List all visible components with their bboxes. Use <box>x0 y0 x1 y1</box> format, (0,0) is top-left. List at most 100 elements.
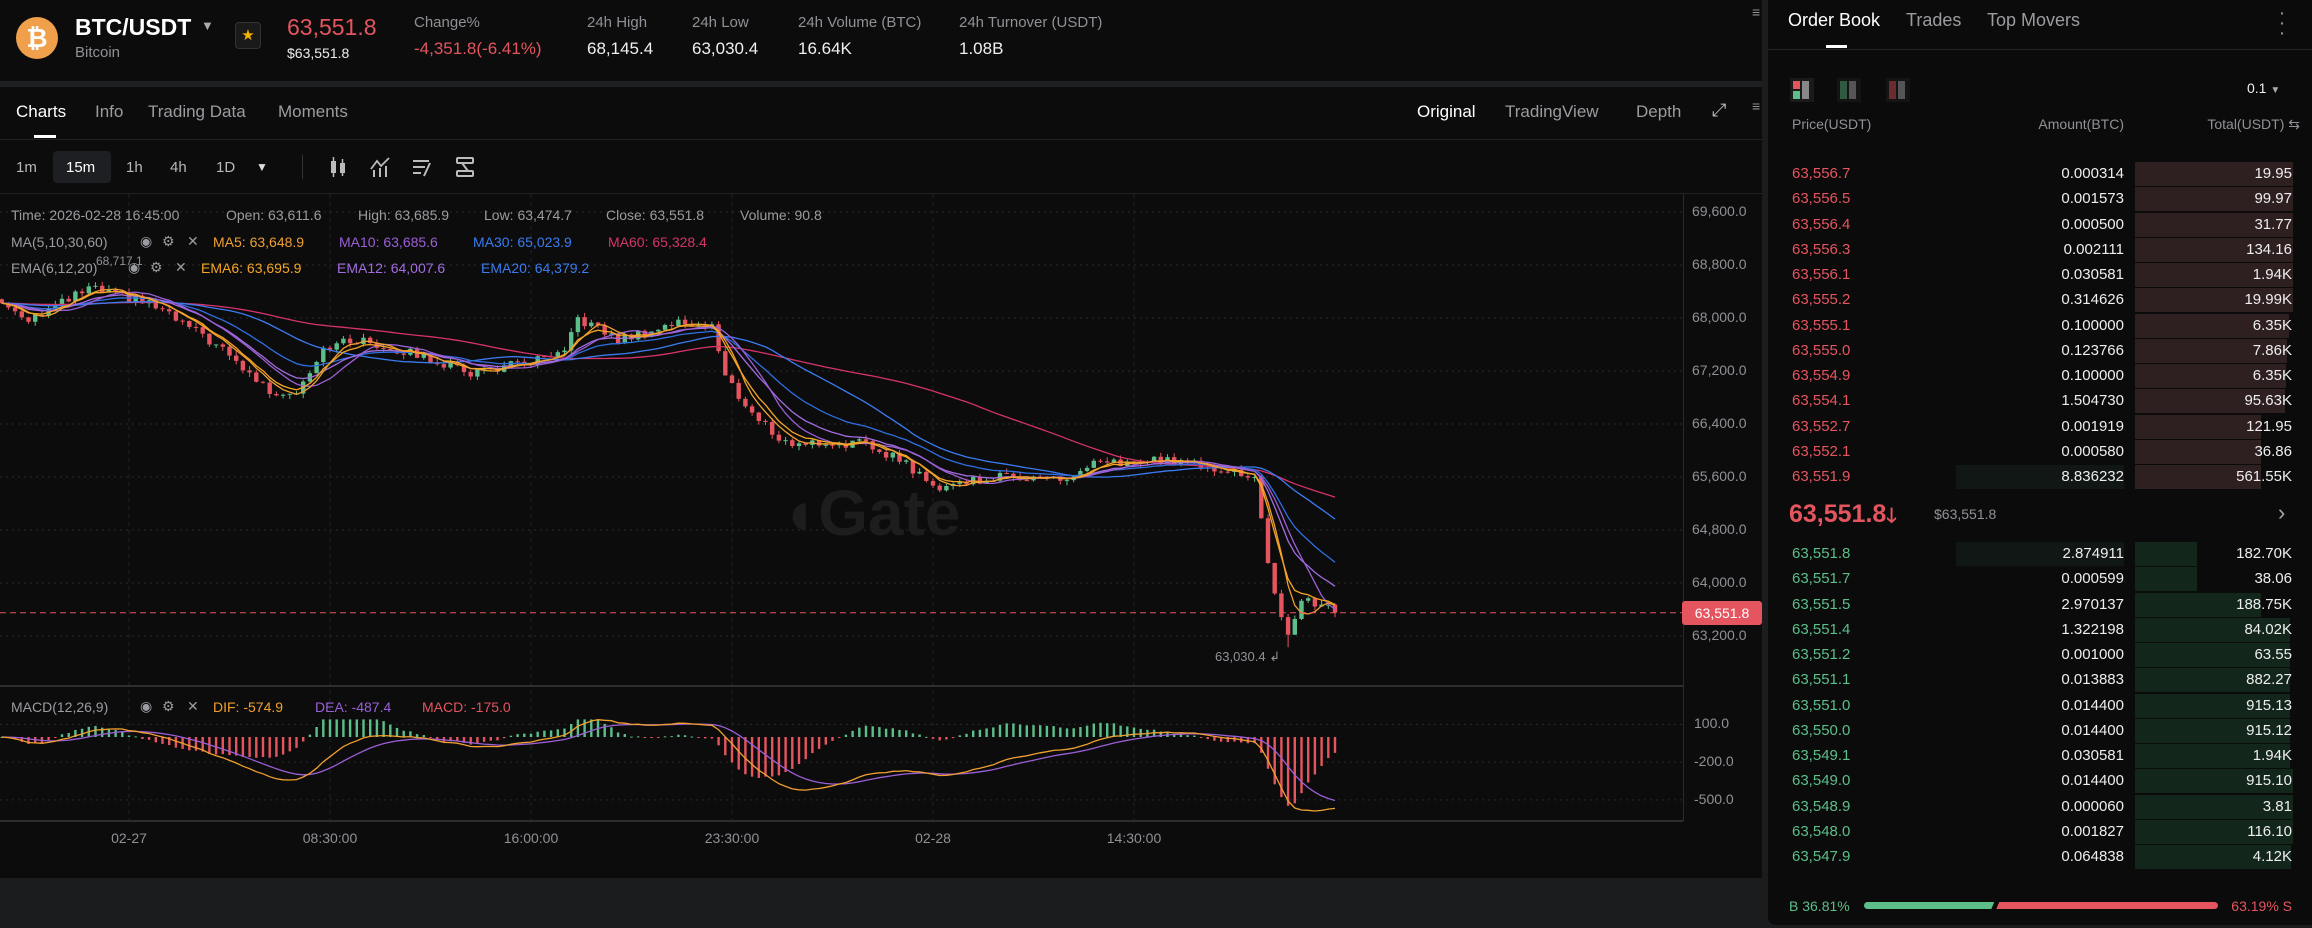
order-amount: 2.970137 <box>2061 595 2124 613</box>
macd-histogram-bar <box>764 737 767 777</box>
macd-histogram-bar <box>281 737 285 755</box>
view-both-icon[interactable] <box>1790 78 1814 102</box>
gear-icon[interactable]: ⚙ <box>162 698 175 715</box>
candle-body <box>234 355 239 361</box>
candle-body <box>1265 518 1271 563</box>
macd-histogram-bar <box>1293 737 1296 804</box>
candle-body <box>924 471 929 481</box>
macd-histogram-bar <box>750 737 754 777</box>
macd-histogram-bar <box>657 737 660 738</box>
order-total: 1.94K <box>2252 747 2292 764</box>
candle-body <box>582 317 587 327</box>
order-price: 63,552.7 <box>1792 417 1851 435</box>
candlestick-chart[interactable]: ◖Gate <box>0 0 1762 878</box>
order-price: 63,554.9 <box>1792 367 1851 384</box>
chevron-right-icon[interactable]: › <box>2278 500 2285 526</box>
ohlc-close: Close: 63,551.8 <box>606 207 705 223</box>
macd-histogram-bar <box>1072 728 1075 737</box>
macd-histogram-bar <box>737 737 740 770</box>
ohlc-time: Time: 2026-02-28 16:45:00 <box>11 207 180 223</box>
ma30-line <box>1 301 1336 520</box>
macd-histogram-bar <box>838 737 841 738</box>
macd-histogram-bar <box>630 736 633 738</box>
precision-select[interactable]: 0.1 ▼ <box>2247 80 2280 96</box>
candle-body <box>1279 593 1284 618</box>
view-bids-icon[interactable] <box>1837 78 1861 102</box>
more-options-icon[interactable]: · · · <box>2277 3 2287 43</box>
close-icon[interactable]: ✕ <box>187 698 199 715</box>
macd-histogram-bar <box>724 737 727 756</box>
ask-row[interactable]: 63,552.7 0.001919 121.95 <box>1768 414 2312 439</box>
candle-body <box>743 398 748 407</box>
order-price: 63,548.9 <box>1792 797 1851 815</box>
macd-histogram-bar <box>516 734 519 737</box>
bid-row[interactable]: 63,548.0 0.001827 116.10 <box>1768 819 2312 844</box>
bid-row[interactable]: 63,551.4 1.322198 84.02K <box>1768 617 2312 642</box>
macd-histogram-bar <box>824 737 827 745</box>
bid-row[interactable]: 63,549.0 0.014400 915.10 <box>1768 769 2312 794</box>
bid-row[interactable]: 63,551.0 0.014400 915.13 <box>1768 693 2312 718</box>
ask-row[interactable]: 63,556.5 0.001573 99.97 <box>1768 187 2312 212</box>
macd-histogram-bar <box>858 727 861 737</box>
bid-row[interactable]: 63,547.9 0.064838 4.12K <box>1768 845 2312 869</box>
ask-row[interactable]: 63,556.3 0.002111 134.16 <box>1768 237 2312 262</box>
tab-trades[interactable]: Trades <box>1906 10 1961 31</box>
macd-histogram-bar <box>302 737 305 742</box>
macd-histogram-bar <box>556 729 559 737</box>
eye-icon[interactable]: ◉ <box>140 233 152 250</box>
ask-row[interactable]: 63,556.4 0.000500 31.77 <box>1768 212 2312 237</box>
bid-row[interactable]: 63,549.1 0.030581 1.94K <box>1768 744 2312 768</box>
order-total: 915.13 <box>2246 696 2292 714</box>
ma10-line <box>1 291 1336 610</box>
tab-top-movers[interactable]: Top Movers <box>1987 10 2080 31</box>
candle-body <box>930 480 936 486</box>
ask-row[interactable]: 63,555.2 0.314626 19.99K <box>1768 288 2312 313</box>
arrow-down-icon: 🡓 <box>1886 505 1897 527</box>
bid-row[interactable]: 63,551.1 0.013883 882.27 <box>1768 668 2312 693</box>
price-axis-label: 63,200.0 <box>1692 627 1747 643</box>
ask-row[interactable]: 63,555.0 0.123766 7.86K <box>1768 338 2312 363</box>
gear-icon[interactable]: ⚙ <box>162 233 175 250</box>
gear-icon[interactable]: ⚙ <box>150 259 163 276</box>
bid-row[interactable]: 63,550.0 0.014400 915.12 <box>1768 718 2312 743</box>
candle-body <box>669 324 674 326</box>
macd-histogram-bar <box>482 737 486 742</box>
macd-histogram-bar <box>978 729 982 737</box>
macd-histogram-bar <box>335 719 338 737</box>
bid-row[interactable]: 63,551.7 0.000599 38.06 <box>1768 567 2312 592</box>
ask-row[interactable]: 63,551.9 8.836232 561.55K <box>1768 465 2312 489</box>
bid-row[interactable]: 63,551.2 0.001000 63.55 <box>1768 643 2312 667</box>
bid-row[interactable]: 63,548.9 0.000060 3.81 <box>1768 794 2312 819</box>
close-icon[interactable]: ✕ <box>175 259 187 276</box>
swap-icon[interactable]: ⇆ <box>2288 116 2300 132</box>
ema6-value: EMA6: 63,695.9 <box>201 260 302 276</box>
close-icon[interactable]: ✕ <box>187 233 199 250</box>
ask-row[interactable]: 63,556.7 0.000314 19.95 <box>1768 162 2312 186</box>
col-total[interactable]: Total(USDT) ⇆ <box>2207 116 2300 133</box>
macd-histogram-bar <box>127 735 131 737</box>
view-asks-icon[interactable] <box>1886 78 1910 102</box>
ask-row[interactable]: 63,555.1 0.100000 6.35K <box>1768 313 2312 338</box>
order-amount: 0.000060 <box>2061 797 2124 815</box>
bid-row[interactable]: 63,551.5 2.970137 188.75K <box>1768 592 2312 617</box>
macd-histogram-bar <box>965 733 968 737</box>
ask-row[interactable]: 63,554.9 0.100000 6.35K <box>1768 364 2312 388</box>
ask-row[interactable]: 63,552.1 0.000580 36.86 <box>1768 439 2312 464</box>
order-price: 63,555.2 <box>1792 291 1851 309</box>
sell-ratio-label: 63.19% S <box>2231 898 2292 914</box>
order-amount: 0.014400 <box>2061 696 2124 714</box>
macd-histogram-bar <box>1059 727 1062 737</box>
macd-histogram-bar <box>710 737 714 739</box>
order-price: 63,556.7 <box>1792 165 1851 182</box>
mid-price-value: 63,551.8 <box>1789 500 1887 528</box>
bid-row[interactable]: 63,551.8 2.874911 182.70K <box>1768 542 2312 566</box>
candle-body <box>1312 598 1318 607</box>
tab-order-book[interactable]: Order Book <box>1788 10 1880 31</box>
eye-icon[interactable]: ◉ <box>140 698 152 715</box>
macd-histogram-bar <box>415 734 419 737</box>
precision-value: 0.1 <box>2247 80 2267 96</box>
ask-row[interactable]: 63,556.1 0.030581 1.94K <box>1768 263 2312 287</box>
order-amount: 0.002111 <box>2063 240 2124 258</box>
macd-histogram-bar <box>1005 723 1008 737</box>
ask-row[interactable]: 63,554.1 1.504730 95.63K <box>1768 389 2312 414</box>
